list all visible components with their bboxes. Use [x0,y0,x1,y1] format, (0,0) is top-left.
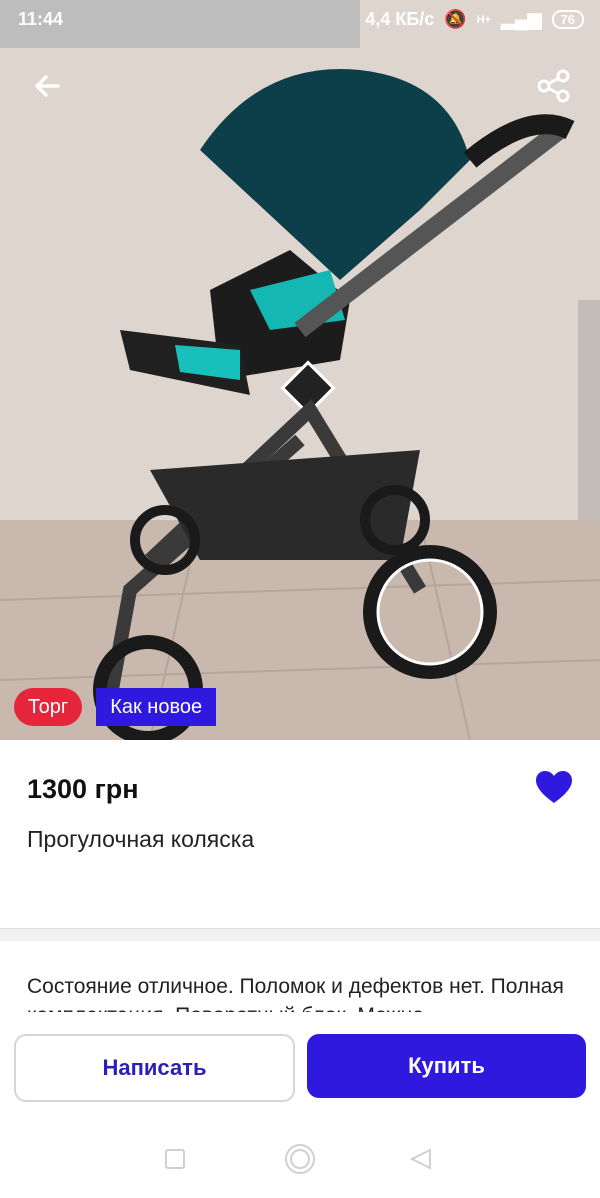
share-icon [537,69,570,103]
heart-icon [536,771,572,803]
back-nav-icon[interactable] [409,1148,431,1170]
status-bar: 11:44 4,4 КБ/с 🔕 H+ ▂▄▆ 76 [0,0,600,38]
share-button[interactable] [532,64,576,108]
signal-label: H+ [476,13,492,26]
condition-badge: Как новое [96,688,217,726]
listing-title: Прогулочная коляска [27,826,255,852]
product-photo[interactable]: 11:44 4,4 КБ/с 🔕 H+ ▂▄▆ 76 Торг Как ново… [0,0,600,740]
price: 1300 грн [27,774,139,804]
signal-icon: ▂▄▆ [501,9,542,29]
status-icons: 4,4 КБ/с 🔕 H+ ▂▄▆ 76 [365,9,584,30]
status-time: 11:44 [18,9,64,29]
network-speed: 4,4 КБ/с [365,9,435,29]
buy-button[interactable]: Купить [307,1034,586,1098]
description: Состояние отличное. Поломок и дефектов н… [27,975,564,1012]
mute-icon: 🔕 [444,9,467,29]
system-nav-bar [0,1138,600,1182]
write-button[interactable]: Написать [14,1034,295,1102]
stroller-image [0,0,600,740]
torg-badge: Торг [14,688,83,726]
recents-icon[interactable] [165,1149,185,1169]
section-divider [0,928,600,941]
back-arrow-icon [35,75,60,97]
badges: Торг Как новое [14,688,217,726]
back-button[interactable] [26,64,70,108]
favorite-button[interactable] [536,771,572,805]
battery-icon: 76 [551,10,584,29]
